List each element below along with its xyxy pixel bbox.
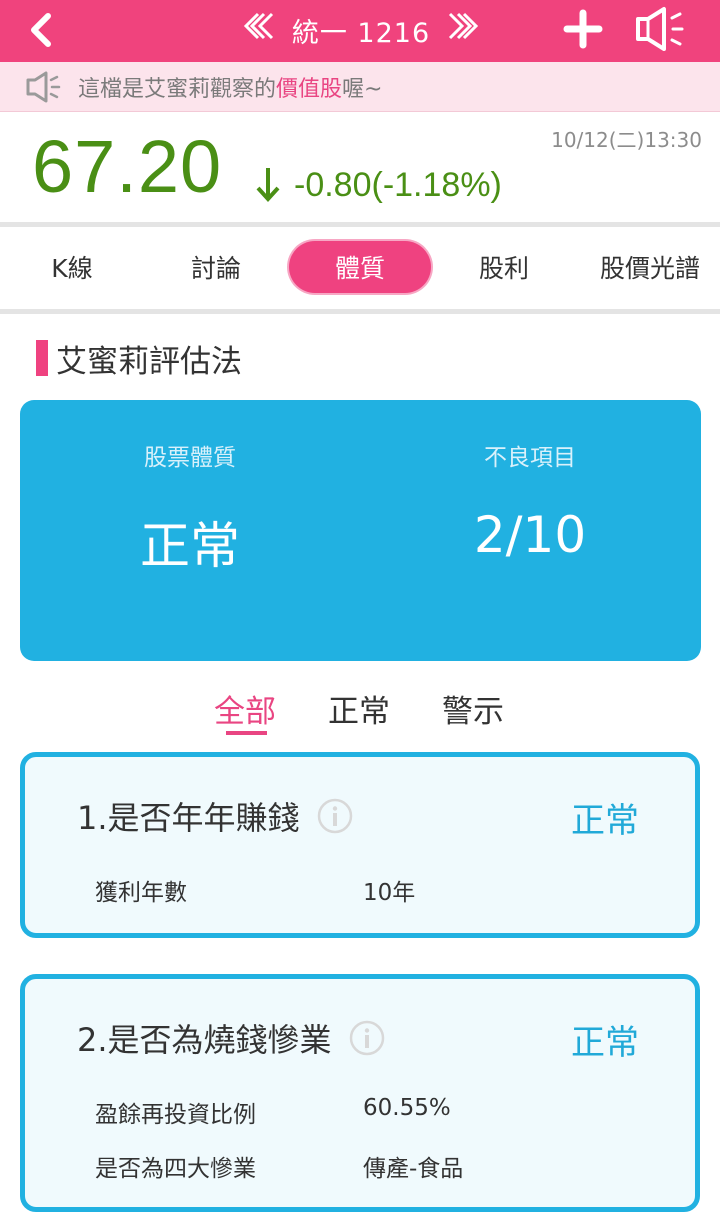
megaphone-icon xyxy=(636,7,684,51)
filter-warning[interactable]: 警示 xyxy=(442,686,504,731)
criteria-title-row: 1.是否年年賺錢 xyxy=(77,793,354,839)
section-marker xyxy=(36,340,48,376)
filter-normal[interactable]: 正常 xyxy=(328,686,390,731)
criteria-status: 正常 xyxy=(571,801,639,841)
next-stock-button[interactable] xyxy=(442,11,482,49)
filter-active-indicator xyxy=(226,731,267,735)
prev-stock-button[interactable] xyxy=(240,11,280,49)
announce-button[interactable] xyxy=(630,4,690,54)
add-watchlist-button[interactable] xyxy=(560,6,606,52)
stock-switcher: 統一 1216 xyxy=(236,6,486,54)
tab-kline[interactable]: K線 xyxy=(10,241,134,293)
filter-all[interactable]: 全部 xyxy=(214,686,276,731)
price-change: -0.80(-1.18%) xyxy=(294,166,502,204)
notice-highlight: 價值股 xyxy=(276,76,343,102)
row-value: 傳產-食品 xyxy=(363,1156,464,1182)
info-icon[interactable] xyxy=(316,797,354,835)
quote-panel: 67.20 -0.80(-1.18%) 10/12(二)13:30 xyxy=(0,112,720,222)
tab-discussion[interactable]: 討論 xyxy=(154,241,278,293)
notice-bar[interactable]: 這檔是艾蜜莉觀察的價值股喔~ xyxy=(0,62,720,112)
quality-value: 正常 xyxy=(140,517,240,575)
stock-title: 統一 1216 xyxy=(291,17,431,49)
row-value: 10年 xyxy=(363,880,416,906)
criteria-card[interactable]: 1.是否年年賺錢 正常 獲利年數 10年 xyxy=(20,752,700,938)
row-label: 盈餘再投資比例 xyxy=(95,1102,256,1128)
summary-card: 股票體質 正常 不良項目 2/10 xyxy=(20,400,701,661)
tab-fundamentals[interactable]: 體質 xyxy=(289,241,431,293)
row-value: 60.55% xyxy=(363,1095,451,1121)
arrow-down-icon xyxy=(256,168,280,202)
top-bar: 統一 1216 xyxy=(0,0,720,62)
quality-label: 股票體質 xyxy=(144,445,236,471)
double-chevron-right-icon xyxy=(449,12,479,40)
row-label: 獲利年數 xyxy=(95,880,187,906)
section-heading: 艾蜜莉評估法 xyxy=(36,338,242,380)
back-button[interactable] xyxy=(18,8,68,54)
notice-text: 這檔是艾蜜莉觀察的價值股喔~ xyxy=(78,76,383,102)
megaphone-icon xyxy=(26,71,61,102)
bad-items-value: 2/10 xyxy=(473,506,587,564)
tab-bar: K線 討論 體質 股利 股價光譜 xyxy=(0,227,720,309)
info-icon[interactable] xyxy=(348,1019,386,1057)
criteria-title: 1.是否年年賺錢 xyxy=(77,799,300,837)
filter-tabs: 全部 正常 警示 xyxy=(0,686,720,746)
tab-dividend[interactable]: 股利 xyxy=(442,241,566,293)
quote-timestamp: 10/12(二)13:30 xyxy=(551,128,702,152)
criteria-title: 2.是否為燒錢慘業 xyxy=(77,1021,332,1059)
section-title: 艾蜜莉評估法 xyxy=(56,343,242,380)
criteria-status: 正常 xyxy=(571,1023,639,1063)
criteria-title-row: 2.是否為燒錢慘業 xyxy=(77,1015,386,1061)
double-chevron-left-icon xyxy=(243,12,273,40)
chevron-left-icon xyxy=(31,13,51,47)
current-price: 67.20 xyxy=(32,125,223,208)
divider xyxy=(0,309,720,314)
quality-summary: 股票體質 正常 xyxy=(30,438,350,578)
plus-icon xyxy=(563,9,603,49)
criteria-row: 是否為四大慘業 傳產-食品 xyxy=(95,1149,463,1183)
criteria-row: 盈餘再投資比例 60.55% xyxy=(95,1095,451,1129)
bad-items-summary: 不良項目 2/10 xyxy=(370,438,690,564)
tab-price-spectrum[interactable]: 股價光譜 xyxy=(600,241,720,293)
criteria-row: 獲利年數 10年 xyxy=(95,873,415,907)
bad-items-label: 不良項目 xyxy=(484,445,576,471)
criteria-card[interactable]: 2.是否為燒錢慘業 正常 盈餘再投資比例 60.55% 是否為四大慘業 傳產-食… xyxy=(20,974,700,1212)
row-label: 是否為四大慘業 xyxy=(95,1156,256,1182)
